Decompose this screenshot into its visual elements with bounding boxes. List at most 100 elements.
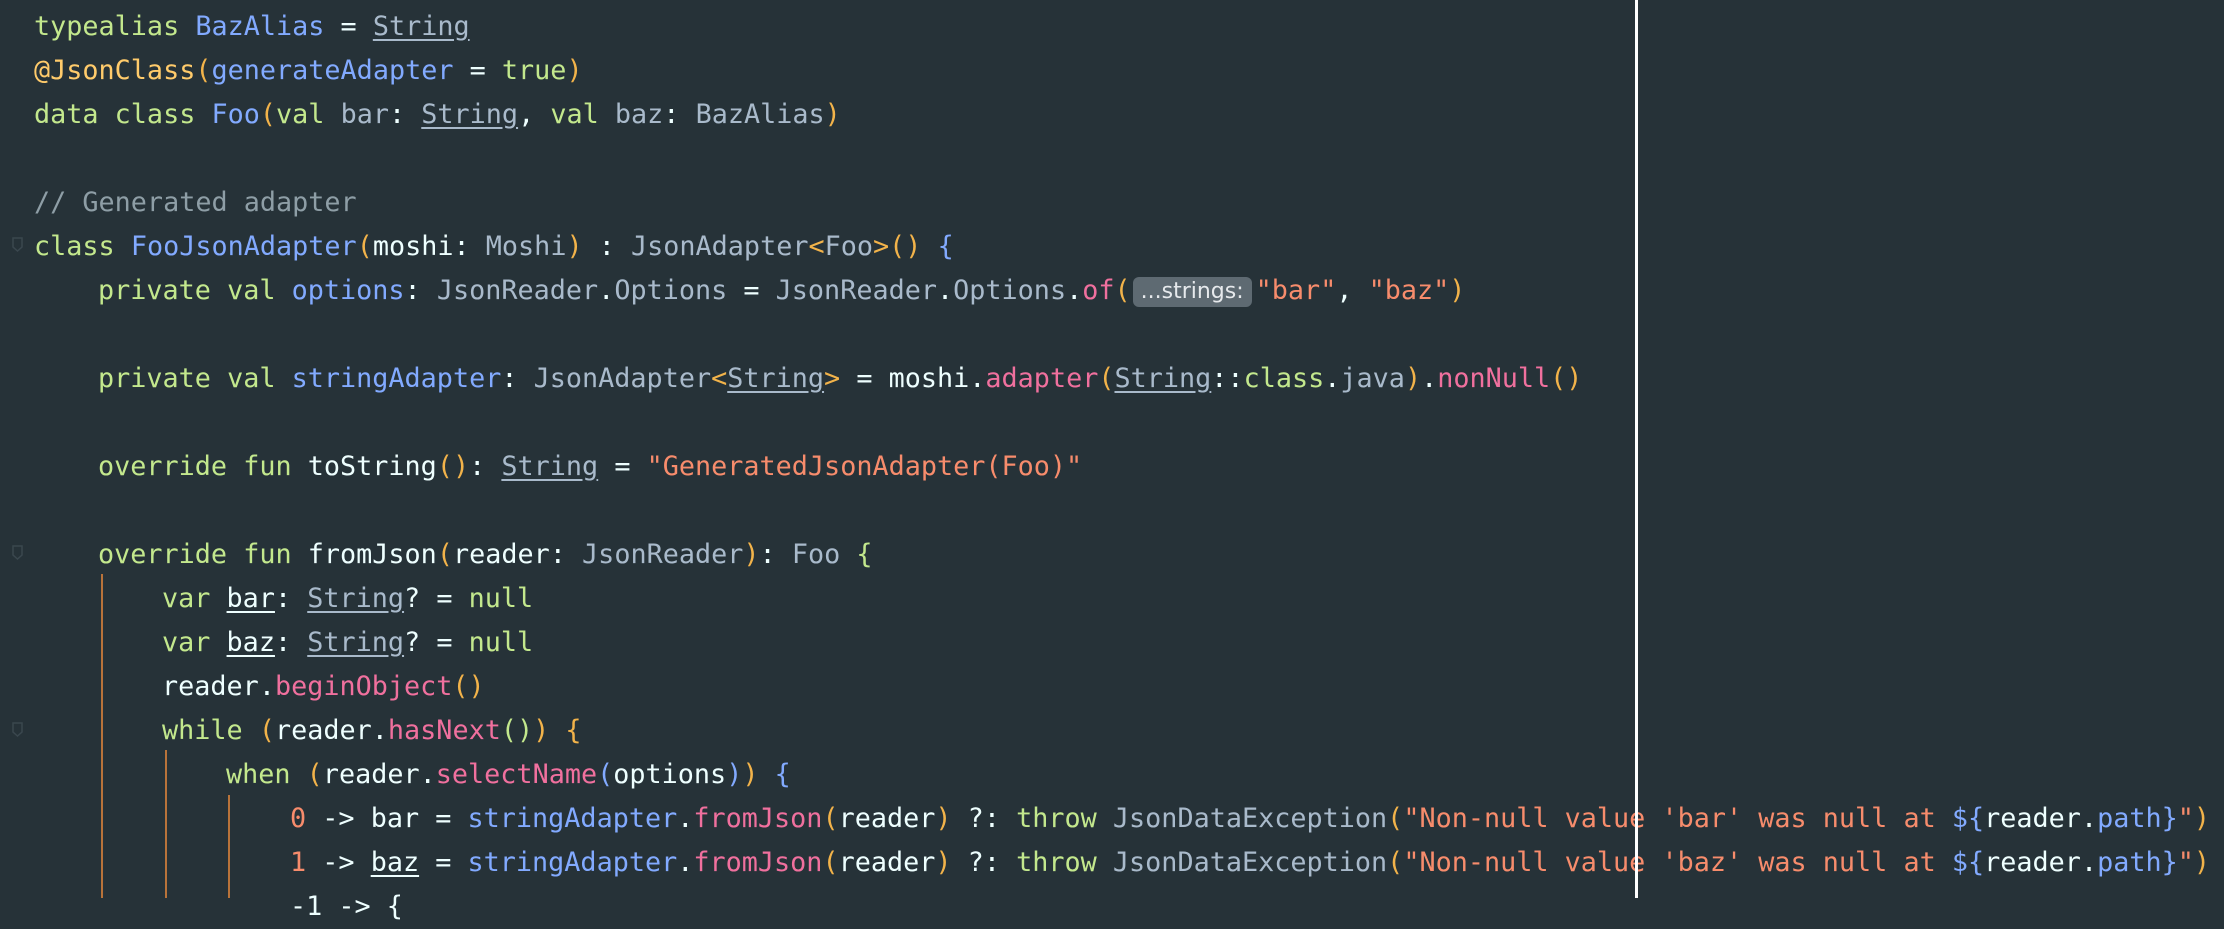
code-token: when <box>226 759 307 790</box>
code-token: BazAlias <box>695 99 825 130</box>
code-token: JsonAdapter <box>631 231 809 262</box>
code-token: while <box>162 715 259 746</box>
code-token: stringAdapter <box>467 847 678 878</box>
code-token: bar <box>340 99 389 130</box>
code-token: . <box>677 803 694 834</box>
code-line[interactable]: when (reader.selectName(options)) { <box>226 753 791 797</box>
code-token: : <box>274 583 308 614</box>
code-token: ) <box>566 231 583 262</box>
code-token: ) <box>566 55 583 86</box>
code-line[interactable]: // Generated adapter <box>34 181 357 225</box>
code-token: // Generated adapter <box>34 187 357 218</box>
code-token: "bar" <box>1255 275 1337 306</box>
code-token: private val <box>98 275 292 306</box>
code-token: JsonReader <box>775 275 937 306</box>
code-token: = <box>419 847 468 878</box>
code-token: ) <box>935 803 952 834</box>
code-line[interactable]: -1 -> { <box>290 885 403 929</box>
code-line[interactable]: typealias BazAlias = String <box>34 5 470 49</box>
code-token: ) <box>1449 275 1466 306</box>
code-token: class <box>34 231 131 262</box>
code-token: } <box>2161 803 2178 834</box>
code-token: "GeneratedJsonAdapter(Foo)" <box>646 451 1083 482</box>
code-token: JsonReader <box>436 275 599 306</box>
code-line[interactable]: data class Foo(val bar: String, val baz:… <box>34 93 841 137</box>
code-token: JsonAdapter <box>533 363 712 394</box>
code-editor[interactable]: typealias BazAlias = String @JsonClass(ge… <box>0 0 2224 922</box>
code-line[interactable]: @JsonClass(generateAdapter = true) <box>34 49 583 93</box>
code-token: ( <box>356 231 373 262</box>
code-line[interactable]: class FooJsonAdapter(moshi: Moshi) : Jso… <box>34 225 954 269</box>
code-token: : <box>404 275 437 306</box>
code-token: . <box>1324 363 1341 394</box>
code-token: fromJson <box>307 539 437 570</box>
fold-marker-icon[interactable] <box>12 722 23 737</box>
code-token: Options <box>953 275 1067 306</box>
code-token: ?: <box>951 803 1017 834</box>
code-token: ( <box>258 715 275 746</box>
code-token: options <box>613 759 727 790</box>
code-token: ( <box>822 847 839 878</box>
code-token: ) <box>743 539 760 570</box>
code-token: : <box>582 231 631 262</box>
code-line[interactable]: 1 -> baz = stringAdapter.fromJson(reader… <box>290 841 2210 885</box>
code-token: nonNull <box>1437 363 1551 394</box>
fold-marker-icon[interactable] <box>12 545 23 560</box>
code-token: = <box>453 55 502 86</box>
code-token: private val <box>98 363 292 394</box>
code-token: ( <box>436 539 453 570</box>
code-token: moshi <box>888 363 970 394</box>
code-token: bar <box>370 803 420 834</box>
code-line[interactable]: var bar: String? = null <box>162 577 533 621</box>
code-token: " <box>2177 803 2194 834</box>
code-line[interactable]: reader.beginObject() <box>162 665 485 709</box>
indent-guide <box>228 795 230 898</box>
code-token: ) <box>2193 847 2211 878</box>
code-token: -> <box>306 847 371 878</box>
code-line[interactable]: override fun fromJson(reader: JsonReader… <box>98 533 873 577</box>
editor-gutter[interactable] <box>0 0 23 898</box>
code-token: < <box>808 231 825 262</box>
code-token: : <box>469 451 502 482</box>
code-token: "Non-null value 'baz' was null at <box>1403 847 1952 878</box>
code-token: ?: <box>951 847 1017 878</box>
code-token: ( <box>1114 275 1131 306</box>
code-token: > <box>824 363 841 394</box>
code-token: reader <box>1984 803 2081 834</box>
code-token: typealias <box>34 11 196 42</box>
code-token: JsonDataException <box>1112 847 1388 878</box>
code-line[interactable]: while (reader.hasNext()) { <box>162 709 582 753</box>
code-line[interactable]: private val options: JsonReader.Options … <box>98 269 1465 313</box>
code-token: ) <box>2193 803 2211 834</box>
code-token: . <box>1421 363 1438 394</box>
code-token: , <box>1336 275 1369 306</box>
fold-marker-icon[interactable] <box>12 237 23 252</box>
code-line[interactable]: var baz: String? = null <box>162 621 533 665</box>
code-token: override fun <box>98 451 308 482</box>
code-line[interactable]: override fun toString(): String = "Gener… <box>98 445 1082 489</box>
code-token: . <box>258 671 275 702</box>
code-token: null <box>468 627 534 658</box>
code-token: . <box>371 715 388 746</box>
code-token: val <box>550 99 615 130</box>
code-token: . <box>677 847 694 878</box>
code-token: null <box>468 583 534 614</box>
code-token: String <box>307 583 405 614</box>
code-token: reader <box>838 803 936 834</box>
code-line[interactable]: private val stringAdapter: JsonAdapter<S… <box>98 357 1582 401</box>
code-token: generateAdapter <box>211 55 454 86</box>
code-token: of <box>1082 275 1115 306</box>
code-token: var <box>162 627 227 658</box>
code-line[interactable]: 0 -> bar = stringAdapter.fromJson(reader… <box>290 797 2210 841</box>
code-token: ) <box>726 759 743 790</box>
code-token: ${ <box>1951 847 1985 878</box>
code-token: reader <box>322 759 420 790</box>
code-token: baz <box>226 627 275 658</box>
code-token: . <box>937 275 954 306</box>
code-token: reader <box>452 539 550 570</box>
code-token: : <box>388 99 422 130</box>
code-token: BazAlias <box>195 11 325 42</box>
code-token: Foo <box>791 539 841 570</box>
code-token: Foo <box>211 99 260 130</box>
code-token: throw <box>1016 847 1113 878</box>
